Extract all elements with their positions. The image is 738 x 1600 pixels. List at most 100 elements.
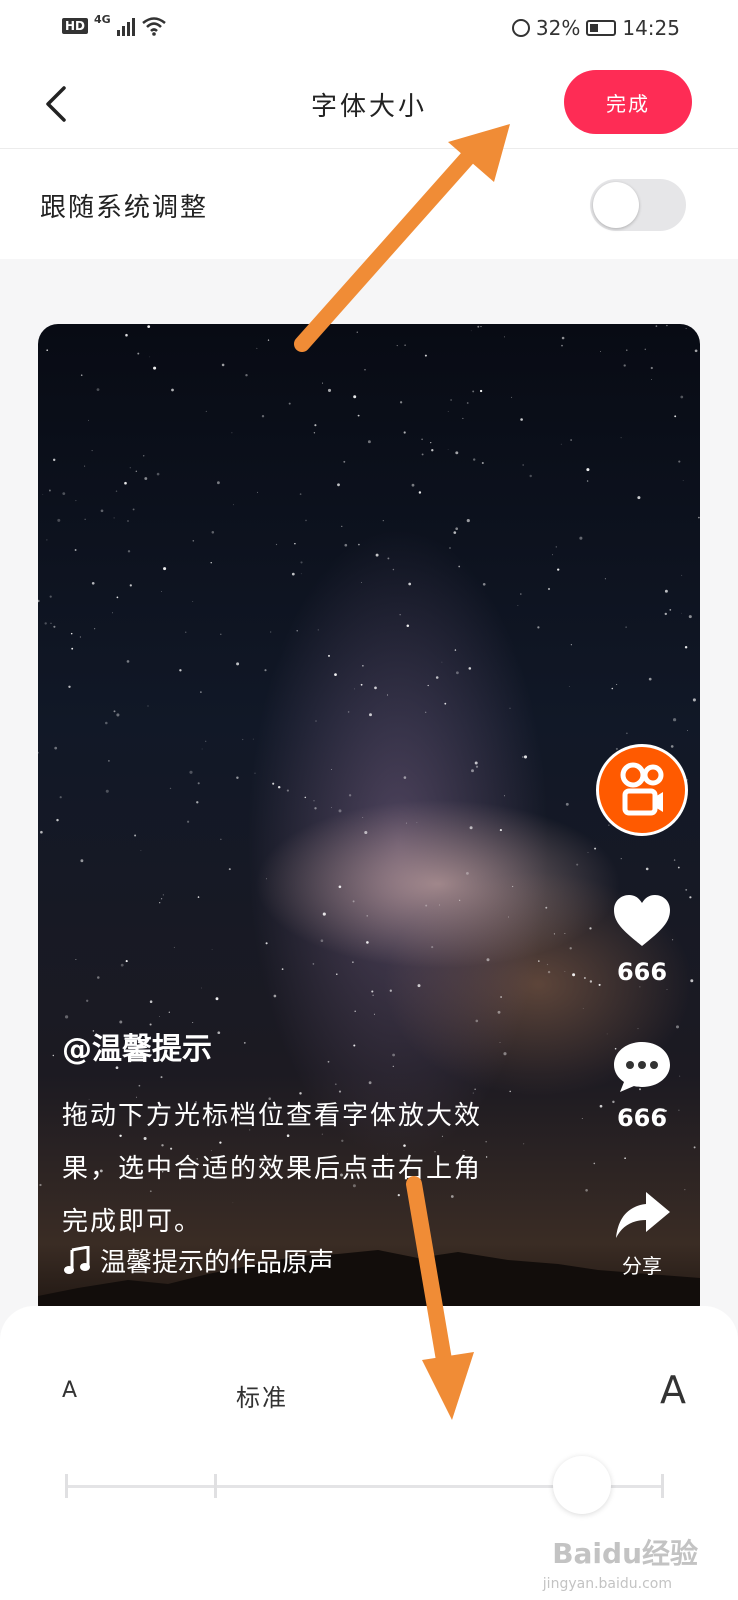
star xyxy=(366,941,369,944)
star xyxy=(196,801,199,804)
star xyxy=(245,374,248,377)
done-button[interactable]: 完成 xyxy=(564,70,692,134)
avatar[interactable] xyxy=(596,744,688,836)
star xyxy=(40,830,43,834)
star xyxy=(480,326,482,328)
star xyxy=(217,1031,221,1035)
share-action[interactable]: 分享 xyxy=(594,1188,690,1279)
star xyxy=(347,711,350,713)
star xyxy=(681,612,682,614)
star xyxy=(569,947,572,950)
star xyxy=(687,730,688,731)
slider-thumb[interactable] xyxy=(553,1456,611,1514)
star xyxy=(354,688,355,690)
music-title: 温馨提示的作品原声 xyxy=(100,1248,335,1278)
star xyxy=(156,472,160,476)
star xyxy=(466,519,470,523)
star xyxy=(52,1054,54,1057)
star xyxy=(288,402,291,405)
star xyxy=(59,796,62,799)
star xyxy=(112,612,114,614)
slider-tick[interactable] xyxy=(661,1474,664,1498)
star xyxy=(163,567,167,571)
star xyxy=(217,481,220,485)
star xyxy=(372,994,374,996)
slider-tick[interactable] xyxy=(65,1474,68,1498)
star xyxy=(579,536,583,540)
star xyxy=(257,491,259,493)
follow-system-row: 跟随系统调整 xyxy=(0,149,738,259)
star xyxy=(201,987,202,989)
star xyxy=(353,395,357,399)
star xyxy=(500,996,503,998)
star xyxy=(84,465,86,467)
star xyxy=(113,710,116,713)
star xyxy=(637,1028,639,1030)
star xyxy=(438,904,440,906)
star xyxy=(403,776,407,779)
star xyxy=(322,912,326,916)
star xyxy=(547,587,551,591)
star xyxy=(431,449,434,452)
music-info[interactable]: 温馨提示的作品原声 xyxy=(62,1242,334,1279)
header: 字体大小 完成 xyxy=(0,60,738,149)
star xyxy=(270,631,272,633)
star xyxy=(205,410,207,412)
font-size-slider[interactable] xyxy=(65,1456,664,1514)
star xyxy=(299,493,302,495)
star xyxy=(138,1084,141,1087)
star xyxy=(205,740,207,742)
star xyxy=(159,902,161,904)
star xyxy=(38,751,39,754)
star xyxy=(79,636,81,638)
star xyxy=(97,976,100,979)
small-font-label: A xyxy=(62,1378,78,1403)
star xyxy=(673,718,677,722)
star xyxy=(115,490,118,492)
star xyxy=(275,543,278,546)
star xyxy=(71,647,74,650)
star xyxy=(587,852,589,854)
star xyxy=(171,388,174,392)
star xyxy=(300,561,303,564)
star xyxy=(105,789,109,793)
comment-action[interactable]: 666 xyxy=(594,1040,690,1132)
share-label: 分享 xyxy=(622,1254,662,1278)
follow-system-toggle[interactable] xyxy=(590,179,686,231)
star xyxy=(149,356,151,358)
like-action[interactable]: 666 xyxy=(594,894,690,986)
star xyxy=(368,1081,372,1085)
slider-tick[interactable] xyxy=(214,1474,217,1498)
star xyxy=(236,776,239,779)
star xyxy=(684,645,688,649)
star xyxy=(650,366,653,370)
star xyxy=(644,348,647,351)
star xyxy=(75,959,77,961)
star xyxy=(570,439,572,441)
star xyxy=(685,328,687,329)
star xyxy=(462,417,464,419)
star xyxy=(626,349,628,351)
star xyxy=(392,568,395,571)
star xyxy=(472,390,475,393)
star xyxy=(211,531,215,534)
star xyxy=(70,632,73,635)
hd-badge: HD xyxy=(62,18,89,34)
star xyxy=(273,994,277,998)
star xyxy=(327,388,332,392)
star xyxy=(455,527,459,531)
star xyxy=(38,599,40,603)
star xyxy=(147,325,151,328)
star xyxy=(582,1008,584,1009)
star xyxy=(48,489,51,492)
star xyxy=(264,669,267,672)
star xyxy=(320,939,324,942)
star xyxy=(456,671,459,675)
star xyxy=(86,999,89,1002)
author-name[interactable]: @温馨提示 xyxy=(62,1024,212,1068)
star xyxy=(669,609,672,611)
star xyxy=(352,961,354,963)
star xyxy=(453,531,457,534)
star xyxy=(113,517,115,519)
star xyxy=(561,336,565,340)
